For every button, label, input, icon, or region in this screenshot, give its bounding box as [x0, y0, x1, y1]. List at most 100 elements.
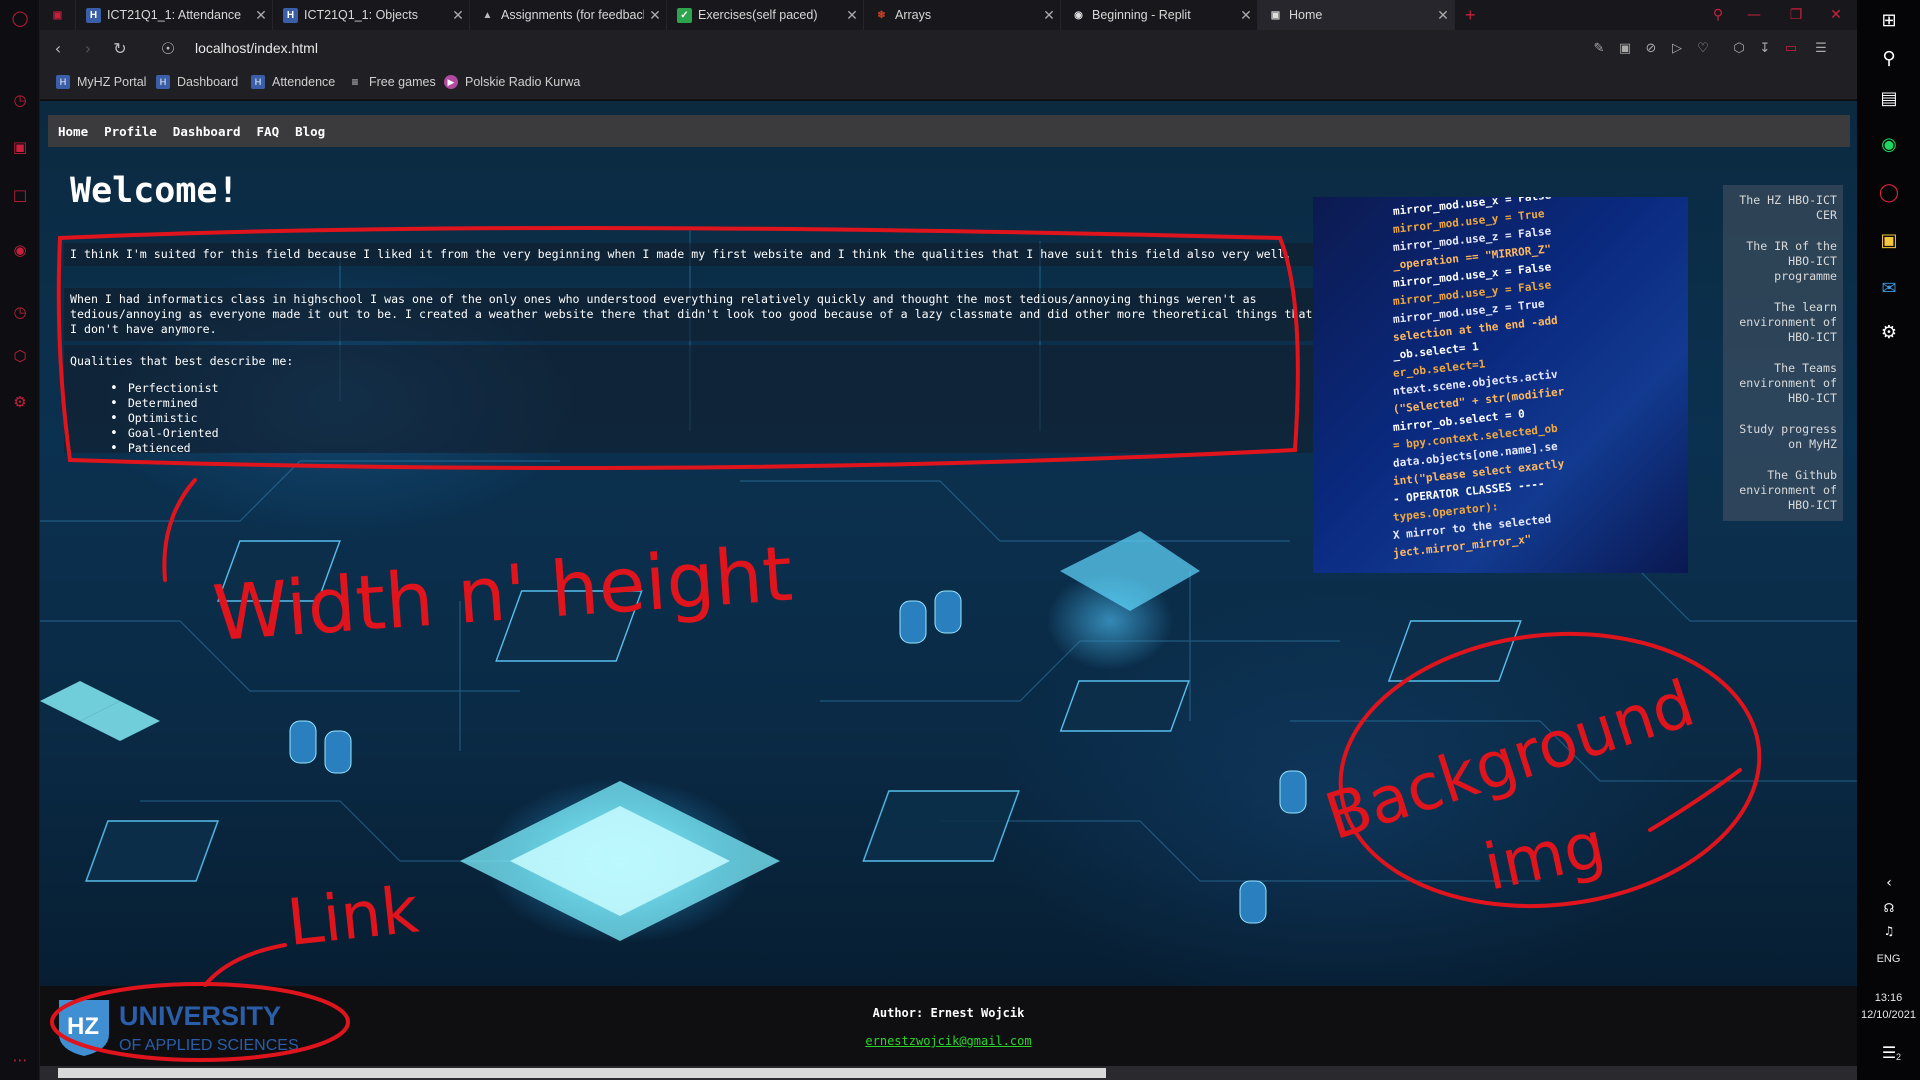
- bookmark-myhz-portal[interactable]: H MyHZ Portal: [56, 75, 146, 89]
- tab-objects[interactable]: H ICT21Q1_1: Objects ✕: [273, 0, 470, 30]
- aside-link-study-progress[interactable]: Study progress on MyHZ: [1723, 414, 1843, 460]
- player-icon[interactable]: ◉: [10, 240, 30, 260]
- close-window-icon[interactable]: ✕: [1815, 0, 1857, 30]
- nav-home[interactable]: Home: [58, 124, 88, 139]
- horizontal-scrollbar[interactable]: [40, 1066, 1857, 1080]
- windows-start-icon[interactable]: ⊞: [1876, 8, 1902, 34]
- list-item: Determined: [110, 396, 219, 411]
- file-explorer-icon[interactable]: ▣: [1876, 228, 1902, 254]
- aside-link-teams[interactable]: The Teams environment of HBO-ICT: [1723, 353, 1843, 414]
- nav-dashboard[interactable]: Dashboard: [173, 124, 241, 139]
- qualities-title: Qualities that best describe me:: [70, 354, 294, 368]
- battery-icon[interactable]: ▭: [1782, 40, 1800, 58]
- hz-icon: H: [251, 75, 265, 89]
- nav-blog[interactable]: Blog: [295, 124, 325, 139]
- tab-replit[interactable]: ◉ Beginning - Replit ✕: [1061, 0, 1258, 30]
- page-heading: Welcome!: [70, 171, 239, 211]
- aside-links: The HZ HBO-ICT CER The IR of the HBO-ICT…: [1723, 185, 1843, 521]
- bookmark-label: MyHZ Portal: [77, 75, 147, 89]
- aside-link-github[interactable]: The Github environment of HBO-ICT: [1723, 460, 1843, 521]
- close-icon[interactable]: ✕: [644, 7, 666, 24]
- close-icon[interactable]: ✕: [841, 7, 863, 24]
- settings-icon[interactable]: ⚙: [1876, 320, 1902, 346]
- mail-icon[interactable]: ✉: [1876, 276, 1902, 302]
- speed-dial-icon[interactable]: ◷: [10, 90, 30, 110]
- download-icon[interactable]: ↧: [1756, 40, 1774, 58]
- cube-icon[interactable]: ⬡: [10, 346, 30, 366]
- address-bar: ‹ › ↻ ☉ localhost/index.html ✎ ▣ ⊘ ▷ ♡ ⬡…: [40, 30, 1857, 68]
- camera-icon[interactable]: ▣: [1616, 40, 1634, 58]
- bookmark-attendence[interactable]: H Attendence: [251, 75, 335, 89]
- gamepad-icon: ▣: [1270, 9, 1281, 21]
- twitch-icon[interactable]: □: [10, 185, 30, 205]
- email-link[interactable]: ernestzwojcik@gmail.com: [40, 1034, 1857, 1048]
- bookmark-dashboard[interactable]: H Dashboard: [156, 75, 238, 89]
- tab-arrays[interactable]: ❄ Arrays ✕: [864, 0, 1061, 30]
- minimize-icon[interactable]: —: [1733, 0, 1775, 30]
- tab-home[interactable]: ▣ Home ✕: [1258, 0, 1455, 30]
- gamepad-icon: ▣: [52, 9, 63, 21]
- hz-icon: H: [56, 75, 70, 89]
- hz-icon: H: [86, 7, 101, 23]
- aside-link-learn[interactable]: The learn environment of HBO-ICT: [1723, 292, 1843, 353]
- site-info-icon[interactable]: ☉: [158, 39, 178, 59]
- bookmark-label: Attendence: [272, 75, 336, 89]
- close-icon[interactable]: ✕: [447, 7, 469, 24]
- forward-icon[interactable]: ›: [78, 39, 98, 59]
- bookmark-polskie-radio[interactable]: ▶ Polskie Radio Kurwa: [444, 75, 580, 89]
- tab-title: Assignments (for feedback): [501, 8, 644, 22]
- aside-link-ir[interactable]: The IR of the HBO-ICT programme: [1723, 231, 1843, 292]
- tab-exercises[interactable]: ✓ Exercises(self paced) ✕: [667, 0, 864, 30]
- checkmark-icon: ✓: [677, 7, 692, 23]
- send-icon[interactable]: ▷: [1668, 40, 1686, 58]
- easy-setup-icon[interactable]: ☰: [1812, 40, 1830, 58]
- close-icon[interactable]: ✕: [250, 7, 272, 24]
- spotify-icon[interactable]: ◉: [1876, 132, 1902, 158]
- workspace-button[interactable]: ▣: [40, 0, 76, 30]
- chevron-up-icon[interactable]: ‹: [1876, 870, 1902, 896]
- settings-gear-icon[interactable]: ⚙: [10, 392, 30, 412]
- search-icon[interactable]: ⚲: [1876, 46, 1902, 72]
- url-field[interactable]: localhost/index.html: [195, 40, 318, 56]
- tab-title: ICT21Q1_1: Attendance: [107, 8, 242, 22]
- heart-icon[interactable]: ♡: [1694, 40, 1712, 58]
- clock-time[interactable]: 13:16: [1857, 992, 1920, 1004]
- back-icon[interactable]: ‹: [48, 39, 68, 59]
- notification-count: 2: [1895, 1052, 1901, 1062]
- tab-assignments[interactable]: ▲ Assignments (for feedback) ✕: [470, 0, 667, 30]
- tab-title: Exercises(self paced): [698, 8, 818, 22]
- language-indicator[interactable]: ENG: [1857, 953, 1920, 965]
- shopping-bag-icon[interactable]: ▣: [10, 137, 30, 157]
- more-dots-icon[interactable]: ⋯: [10, 1050, 30, 1070]
- intro-paragraph: I think I'm suited for this field becaus…: [64, 243, 1332, 266]
- bookmark-free-games[interactable]: ≡ Free games: [348, 75, 436, 89]
- reload-icon[interactable]: ↻: [110, 39, 130, 59]
- tab-title: Home: [1289, 8, 1323, 22]
- hz-icon: H: [283, 7, 298, 23]
- opera-logo-icon[interactable]: ◯: [10, 8, 30, 28]
- close-icon[interactable]: ✕: [1235, 7, 1257, 24]
- new-tab-button[interactable]: +: [1455, 0, 1485, 30]
- nav-profile[interactable]: Profile: [104, 124, 157, 139]
- history-icon[interactable]: ◷: [10, 302, 30, 322]
- volume-icon[interactable]: ♫: [1876, 918, 1902, 944]
- snapshot-edit-icon[interactable]: ✎: [1590, 40, 1608, 58]
- tab-attendance[interactable]: H ICT21Q1_1: Attendance ✕: [76, 0, 273, 30]
- bookmark-label: Free games: [369, 75, 436, 89]
- opera-icon[interactable]: ◯: [1876, 180, 1902, 206]
- nav-faq[interactable]: FAQ: [257, 124, 280, 139]
- restore-icon[interactable]: ❐: [1775, 0, 1817, 30]
- scrollbar-thumb[interactable]: [58, 1068, 1106, 1078]
- figure-icon: ❄: [877, 9, 886, 21]
- cube-icon[interactable]: ⬡: [1730, 40, 1748, 58]
- adblock-icon[interactable]: ⊘: [1642, 40, 1660, 58]
- code-image: mirror_mod.use_x = False mirror_mod.use_y…: [1313, 197, 1688, 573]
- close-icon[interactable]: ✕: [1038, 7, 1060, 24]
- close-icon[interactable]: ✕: [1432, 7, 1454, 24]
- clock-date[interactable]: 12/10/2021: [1857, 1009, 1920, 1021]
- aside-link-cer[interactable]: The HZ HBO-ICT CER: [1723, 185, 1843, 231]
- task-view-icon[interactable]: ▤: [1876, 86, 1902, 112]
- bookmarks-bar: H MyHZ Portal H Dashboard H Attendence ≡…: [40, 68, 1857, 100]
- list-item: Optimistic: [110, 411, 219, 426]
- author-text: Author: Ernest Wojcik: [872, 1006, 1025, 1020]
